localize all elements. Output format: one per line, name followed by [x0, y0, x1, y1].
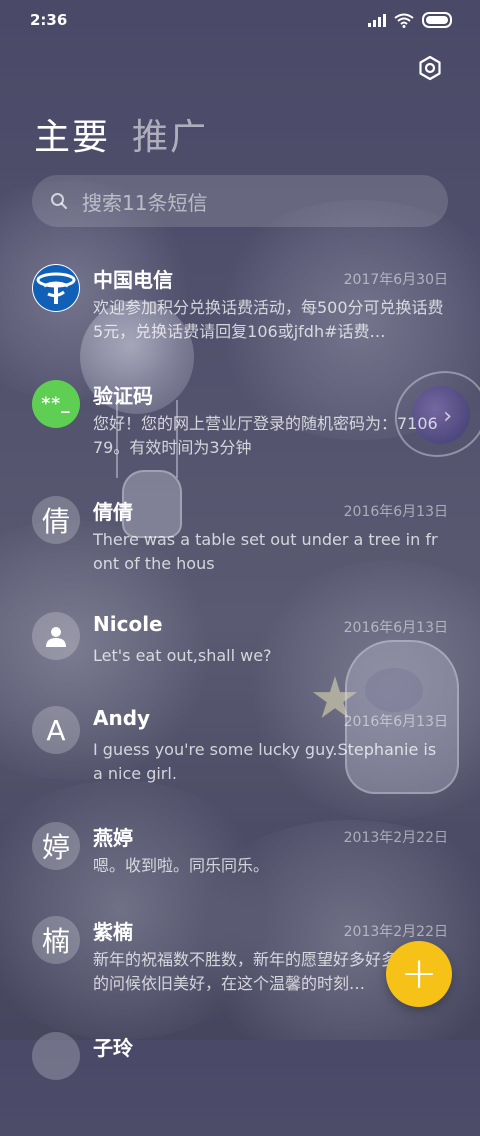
new-message-button[interactable]: +: [386, 941, 452, 1007]
message-date: 2016年6月13日: [343, 504, 448, 520]
battery-icon: [422, 12, 452, 28]
message-preview: Let's eat out,shall we?: [93, 646, 272, 665]
contact-name: 子玲: [93, 1036, 133, 1060]
status-bar: 2:36: [0, 0, 480, 40]
avatar: [32, 612, 80, 660]
search-placeholder: 搜索11条短信: [82, 190, 208, 215]
verification-code-avatar: **_: [32, 380, 80, 428]
message-preview: There was a table set out under a tree i…: [93, 530, 438, 573]
message-date: 2016年6月13日: [343, 620, 448, 636]
avatar: 倩: [32, 496, 80, 544]
message-date: 2013年2月22日: [343, 830, 448, 846]
conversation-item[interactable]: 婷 燕婷 2013年2月22日 嗯。收到啦。同乐同乐。: [0, 810, 480, 904]
message-date: 2016年6月13日: [343, 714, 448, 730]
message-date: 2017年6月30日: [343, 272, 448, 288]
status-time: 2:36: [30, 11, 68, 29]
conversation-item[interactable]: 子玲: [0, 1020, 480, 1136]
conversation-item[interactable]: 倩 倩倩 2016年6月13日 There was a table set ou…: [0, 484, 480, 600]
contact-name: 紫楠: [93, 920, 133, 944]
avatar: [32, 1032, 80, 1080]
tab-bar: 主要 推广: [34, 108, 208, 160]
avatar: A: [32, 706, 80, 754]
message-date: 2013年2月22日: [343, 924, 448, 940]
message-preview: 欢迎参加积分兑换话费活动，每500分可兑换话费5元，兑换话费请回复106或jfd…: [93, 298, 444, 341]
avatar: 楠: [32, 916, 80, 964]
contact-name: 燕婷: [93, 826, 133, 850]
contact-name: Nicole: [93, 612, 163, 636]
plus-icon: +: [400, 948, 438, 999]
message-preview: 嗯。收到啦。同乐同乐。: [93, 856, 270, 875]
china-telecom-logo: [32, 264, 80, 312]
message-preview: I guess you're some lucky guy.Stephanie …: [93, 740, 437, 783]
conversation-item[interactable]: **_ 验证码 您好！您的网上营业厅登录的随机密码为：710679。有效时间为3…: [0, 368, 480, 484]
signal-icon: [368, 13, 386, 27]
tab-promotions[interactable]: 推广: [132, 108, 208, 160]
search-icon: [48, 190, 70, 212]
tab-primary[interactable]: 主要: [34, 108, 110, 160]
contact-name: 验证码: [93, 384, 153, 408]
conversation-item[interactable]: Nicole 2016年6月13日 Let's eat out,shall we…: [0, 600, 480, 694]
chevron-right-icon[interactable]: ›: [443, 404, 452, 429]
avatar: 婷: [32, 822, 80, 870]
contact-name: 中国电信: [93, 268, 173, 292]
settings-button[interactable]: [414, 52, 446, 84]
message-preview: 您好！您的网上营业厅登录的随机密码为：710679。有效时间为3分钟: [93, 414, 438, 457]
search-bar[interactable]: 搜索11条短信: [32, 175, 448, 227]
contact-name: 倩倩: [93, 500, 133, 524]
gear-icon: [419, 55, 441, 81]
conversation-item[interactable]: A Andy 2016年6月13日 I guess you're some lu…: [0, 694, 480, 810]
person-icon: [46, 627, 66, 647]
wifi-icon: [394, 13, 414, 28]
conversation-item[interactable]: 中国电信 2017年6月30日 欢迎参加积分兑换话费活动，每500分可兑换话费5…: [0, 252, 480, 368]
contact-name: Andy: [93, 706, 151, 730]
